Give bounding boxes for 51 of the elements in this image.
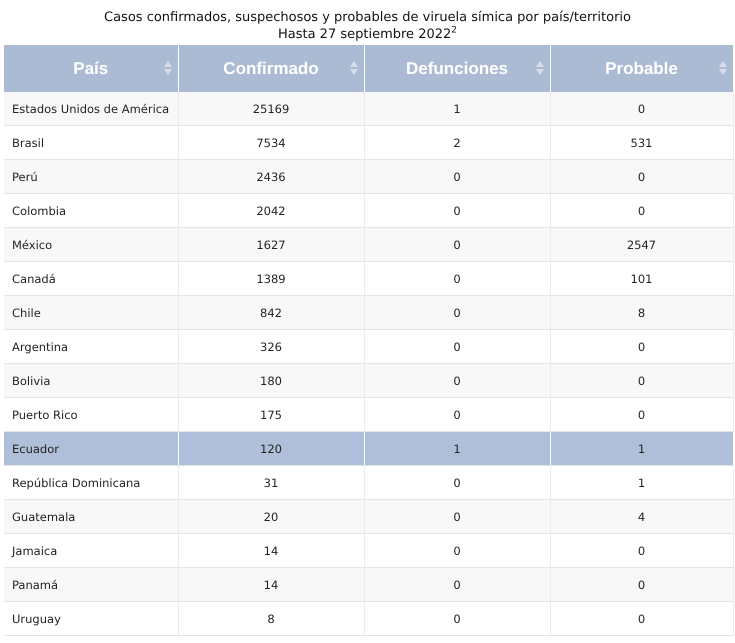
table-cell: 0 [364,364,550,398]
table-cell: 2436 [178,160,364,194]
table-row[interactable]: Uruguay 8 0 0 [4,602,733,636]
table-row[interactable]: Chile 842 0 8 [4,296,733,330]
table-cell: 25169 [178,92,364,126]
table-cell: Perú [4,160,178,194]
table-row[interactable]: Bolivia 180 0 0 [4,364,733,398]
table-cell: 0 [364,228,550,262]
sort-icon [718,61,726,75]
table-cell: 120 [178,432,364,466]
sort-icon [164,61,172,75]
table-row[interactable]: Perú 2436 0 0 [4,160,733,194]
table-cell: 842 [178,296,364,330]
table-cell: 4 [550,500,733,534]
table-cell: 20 [178,500,364,534]
table-cell: 0 [550,364,733,398]
sort-icon [536,61,544,75]
table-cell: 1 [364,432,550,466]
table-cell: Uruguay [4,602,178,636]
table-cell: 0 [364,500,550,534]
table-row[interactable]: Estados Unidos de América 25169 1 0 [4,92,733,126]
table-title: Casos confirmados, suspechosos y probables de viruela símica por país/territorio [104,9,631,26]
table-cell: 0 [364,160,550,194]
table-cell: Panamá [4,568,178,602]
table-subtitle: Hasta 27 septiembre 2022$^{2}$ [278,26,458,43]
sort-icon [350,61,358,75]
table-cell: 0 [550,602,733,636]
table-cell: 1 [550,432,733,466]
table-cell: Bolivia [4,364,178,398]
table-cell: Guatemala [4,500,178,534]
table-cell: 0 [364,568,550,602]
table-cell: 14 [178,568,364,602]
table-cell: 180 [178,364,364,398]
table-row[interactable]: Ecuador 120 1 1 [4,432,733,466]
table-cell: México [4,228,178,262]
table-cell: 0 [364,296,550,330]
table-cell: 0 [550,92,733,126]
table-cell: 2547 [550,228,733,262]
table-cell: 8 [178,602,364,636]
table-cell: Ecuador [4,432,178,466]
table-cell: 0 [550,568,733,602]
table-cell: 1 [364,92,550,126]
table-cell: 1627 [178,228,364,262]
table-cell: 0 [550,160,733,194]
table-row[interactable]: Panamá 14 0 0 [4,568,733,602]
table-row[interactable]: Guatemala 20 0 4 [4,500,733,534]
table-cell: 0 [364,602,550,636]
table-cell: Estados Unidos de América [4,92,178,126]
table-row[interactable]: México 1627 0 2547 [4,228,733,262]
table-cell: 8 [550,296,733,330]
table-cell: Chile [4,296,178,330]
